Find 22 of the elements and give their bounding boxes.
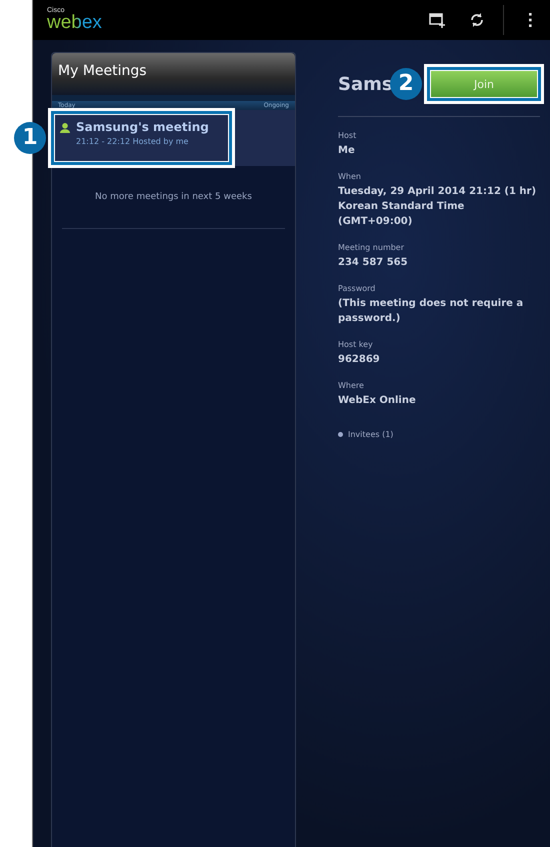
field-label: Meeting number bbox=[338, 243, 404, 252]
invitees-link[interactable]: Invitees (1) bbox=[348, 430, 394, 439]
field-value: Korean Standard Time bbox=[338, 200, 464, 214]
field-label: Host bbox=[338, 131, 356, 140]
person-icon bbox=[60, 123, 70, 133]
field-value: 234 587 565 bbox=[338, 256, 408, 270]
panel-title: My Meetings bbox=[52, 53, 295, 95]
field-label: Where bbox=[338, 381, 364, 390]
bullet-icon bbox=[338, 432, 343, 437]
field-value: Me bbox=[338, 144, 355, 158]
field-value: (GMT+09:00) bbox=[338, 215, 412, 229]
empty-message: No more meetings in next 5 weeks bbox=[62, 166, 285, 229]
field-value: 962869 bbox=[338, 353, 380, 367]
callout-number: 1 bbox=[14, 122, 46, 154]
field-label: Password bbox=[338, 284, 376, 293]
field-value: (This meeting does not require a password.) bbox=[338, 297, 524, 326]
field-label: When bbox=[338, 172, 361, 181]
field-value: Tuesday, 29 April 2014 21:12 (1 hr) bbox=[338, 185, 536, 199]
field-label: Host key bbox=[338, 340, 373, 349]
field-value: WebEx Online bbox=[338, 394, 416, 408]
callout-number: 2 bbox=[390, 68, 422, 100]
meeting-heading: Sams bbox=[338, 74, 393, 94]
